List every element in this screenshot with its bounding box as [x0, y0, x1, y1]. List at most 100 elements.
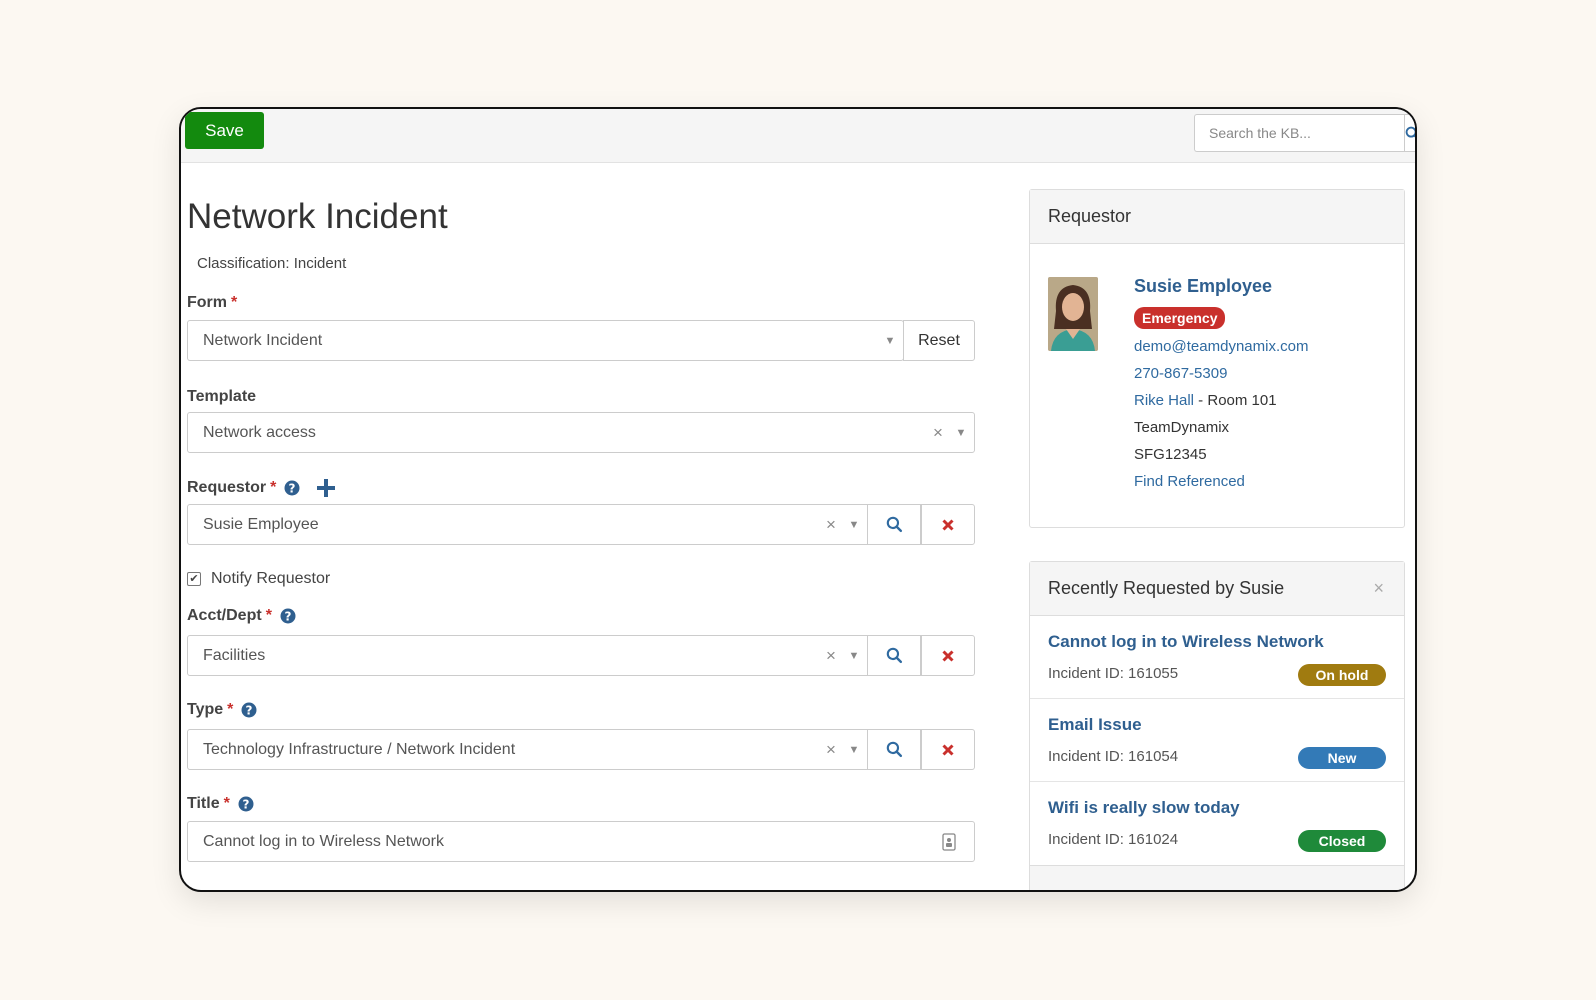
- list-item: Email Issue Incident ID: 161054 New: [1030, 699, 1404, 782]
- form-field-label: Form *: [187, 294, 237, 312]
- remove-icon: [942, 743, 954, 756]
- kb-search-input[interactable]: [1194, 114, 1404, 152]
- room-text: Room 101: [1207, 392, 1277, 409]
- recent-item-title-link[interactable]: Cannot log in to Wireless Network: [1048, 632, 1324, 652]
- notify-requestor[interactable]: ✔ Notify Requestor: [187, 570, 330, 588]
- chevron-down-icon[interactable]: ▼: [841, 519, 867, 531]
- template-select[interactable]: Network access × ▼: [187, 412, 975, 453]
- form-label-text: Form: [187, 294, 227, 311]
- requestor-details: Susie Employee Emergency demo@teamdynami…: [1134, 276, 1308, 491]
- classification-label: Classification: Incident: [197, 255, 347, 272]
- status-badge: New: [1298, 747, 1386, 769]
- help-icon[interactable]: ?: [280, 608, 296, 624]
- required-mark: *: [227, 701, 234, 718]
- search-icon: [886, 516, 902, 533]
- clear-icon[interactable]: ×: [928, 423, 948, 443]
- help-icon[interactable]: ?: [241, 702, 257, 718]
- type-remove-button[interactable]: [921, 729, 975, 770]
- svg-text:?: ?: [284, 609, 291, 623]
- requestor-name-link[interactable]: Susie Employee: [1134, 276, 1308, 297]
- requestor-field-label: Requestor * ?: [187, 478, 336, 498]
- requestor-select[interactable]: Susie Employee × ▼: [187, 504, 868, 545]
- acct-dept-select-value: Facilities: [203, 646, 266, 664]
- top-toolbar: Save: [181, 109, 1415, 163]
- title-input[interactable]: Cannot log in to Wireless Network: [187, 821, 975, 862]
- app-window: Save Network Incident Classification: In…: [179, 107, 1417, 892]
- requestor-email-link[interactable]: demo@teamdynamix.com: [1134, 337, 1308, 356]
- recent-requests-title: Recently Requested by Susie: [1048, 578, 1285, 598]
- recent-requests-panel: Recently Requested by Susie × Cannot log…: [1029, 561, 1405, 890]
- list-item: Wifi is really slow today Incident ID: 1…: [1030, 782, 1404, 865]
- recent-item-id: Incident ID: 161055: [1048, 665, 1179, 682]
- type-lookup-button[interactable]: [867, 729, 921, 770]
- form-select[interactable]: Network Incident ▼: [187, 320, 904, 361]
- search-icon: [1405, 126, 1415, 138]
- template-field-label: Template: [187, 388, 256, 406]
- chevron-down-icon[interactable]: ▼: [877, 335, 903, 347]
- requestor-remove-button[interactable]: [921, 504, 975, 545]
- requestor-label-text: Requestor: [187, 479, 267, 496]
- chevron-down-icon[interactable]: ▼: [948, 427, 974, 439]
- save-button[interactable]: Save: [185, 112, 264, 149]
- close-icon[interactable]: ×: [1373, 578, 1384, 599]
- svg-text:?: ?: [246, 703, 253, 717]
- clear-icon[interactable]: ×: [821, 740, 841, 760]
- panel-footer: [1030, 865, 1404, 890]
- recent-item-title-link[interactable]: Wifi is really slow today: [1048, 798, 1240, 818]
- page-title: Network Incident: [187, 197, 448, 236]
- clear-icon[interactable]: ×: [821, 646, 841, 666]
- search-icon: [886, 741, 902, 758]
- acct-dept-remove-button[interactable]: [921, 635, 975, 676]
- notify-requestor-checkbox[interactable]: ✔: [187, 572, 201, 586]
- type-field-label: Type * ?: [187, 701, 257, 719]
- find-referenced-link[interactable]: Find Referenced: [1134, 472, 1308, 491]
- type-select-value: Technology Infrastructure / Network Inci…: [203, 740, 516, 758]
- form-select-value: Network Incident: [203, 331, 323, 349]
- notify-requestor-label: Notify Requestor: [211, 570, 331, 587]
- add-requestor-icon[interactable]: [316, 478, 336, 498]
- kb-search: [1194, 114, 1415, 152]
- kb-search-button[interactable]: [1404, 114, 1415, 152]
- remove-icon: [942, 518, 954, 531]
- title-field-label: Title * ?: [187, 795, 254, 813]
- required-mark: *: [270, 479, 277, 496]
- help-icon[interactable]: ?: [284, 480, 300, 496]
- required-mark: *: [231, 294, 238, 311]
- recent-requests-panel-heading: Recently Requested by Susie ×: [1030, 562, 1404, 616]
- clear-icon[interactable]: ×: [821, 515, 841, 535]
- avatar: [1048, 277, 1098, 351]
- building-link[interactable]: Rike Hall: [1134, 392, 1194, 409]
- list-item: Cannot log in to Wireless Network Incide…: [1030, 616, 1404, 699]
- requestor-organization: TeamDynamix: [1134, 419, 1230, 436]
- requestor-lookup-button[interactable]: [867, 504, 921, 545]
- chevron-down-icon[interactable]: ▼: [841, 744, 867, 756]
- recent-item-id: Incident ID: 161054: [1048, 748, 1179, 765]
- type-label-text: Type: [187, 701, 224, 718]
- requestor-panel: Requestor Susie Employee Emergency demo@…: [1029, 189, 1405, 528]
- recent-item-id: Incident ID: 161024: [1048, 831, 1179, 848]
- status-badge: Closed: [1298, 830, 1386, 852]
- requestor-phone-link[interactable]: 270-867-5309: [1134, 364, 1308, 383]
- svg-text:?: ?: [289, 481, 296, 495]
- required-mark: *: [265, 607, 272, 624]
- acct-dept-select[interactable]: Facilities × ▼: [187, 635, 868, 676]
- acct-dept-label-text: Acct/Dept: [187, 607, 262, 624]
- requestor-select-value: Susie Employee: [203, 515, 319, 533]
- priority-badge: Emergency: [1134, 307, 1226, 329]
- requestor-code: SFG12345: [1134, 446, 1207, 463]
- template-label-text: Template: [187, 388, 257, 405]
- recent-item-title-link[interactable]: Email Issue: [1048, 715, 1142, 735]
- requestor-location: Rike Hall - Room 101: [1134, 392, 1277, 409]
- template-select-value: Network access: [203, 423, 316, 441]
- help-icon[interactable]: ?: [238, 796, 254, 812]
- status-badge: On hold: [1298, 664, 1386, 686]
- remove-icon: [942, 649, 954, 662]
- chevron-down-icon[interactable]: ▼: [841, 650, 867, 662]
- title-input-value: Cannot log in to Wireless Network: [203, 832, 444, 850]
- required-mark: *: [223, 795, 230, 812]
- acct-dept-lookup-button[interactable]: [867, 635, 921, 676]
- reset-button[interactable]: Reset: [903, 320, 975, 361]
- acct-dept-field-label: Acct/Dept * ?: [187, 607, 296, 625]
- svg-text:?: ?: [242, 797, 249, 811]
- type-select[interactable]: Technology Infrastructure / Network Inci…: [187, 729, 868, 770]
